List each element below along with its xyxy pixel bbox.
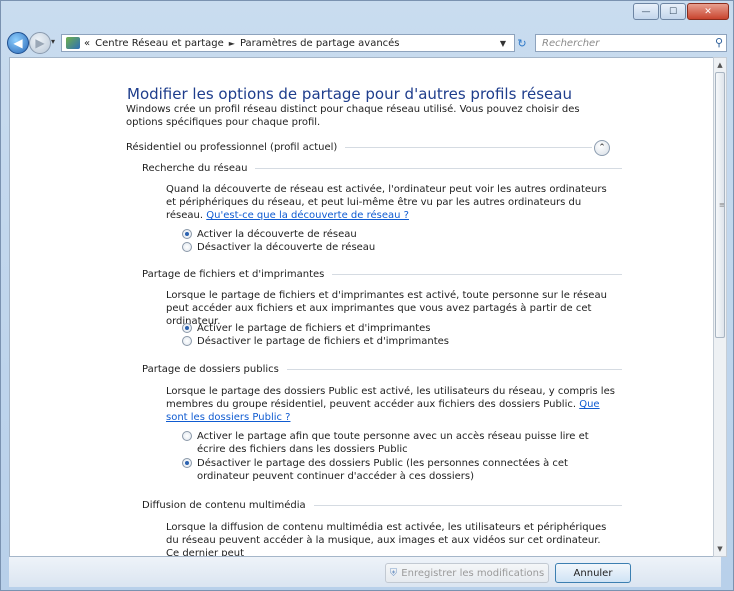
breadcrumb-item[interactable]: Centre Réseau et partage	[95, 38, 224, 49]
section-title: Recherche du réseau	[142, 163, 248, 174]
section-title: Partage de fichiers et d'imprimantes	[142, 269, 325, 280]
search-icon[interactable]: ⚲	[715, 36, 723, 49]
section-title: Diffusion de contenu multimédia	[142, 500, 306, 511]
minimize-button[interactable]: —	[633, 3, 659, 20]
section-title: Partage de dossiers publics	[142, 364, 279, 375]
radio-label[interactable]: Désactiver le partage de fichiers et d'i…	[197, 335, 449, 348]
save-changes-label: Enregistrer les modifications	[401, 567, 545, 579]
recent-pages-button[interactable]: ▾	[51, 37, 55, 46]
divider	[255, 168, 622, 169]
footer-bar: ⛨ Enregistrer les modifications Annuler	[9, 557, 721, 587]
radio-option[interactable]: Désactiver le partage des dossiers Publi…	[182, 457, 602, 483]
section-header: Partage de dossiers publics	[142, 363, 622, 376]
radio-button[interactable]	[182, 242, 192, 252]
profile-header[interactable]: Résidentiel ou professionnel (profil act…	[126, 141, 592, 154]
radio-label[interactable]: Activer le partage afin que toute person…	[197, 430, 602, 456]
section-header: Diffusion de contenu multimédia	[142, 499, 622, 512]
radio-option[interactable]: Activer le partage afin que toute person…	[182, 430, 602, 456]
vertical-scrollbar[interactable]: ▲ ≡ ▼	[713, 57, 727, 557]
scroll-up-icon[interactable]: ▲	[714, 58, 726, 72]
divider	[345, 147, 592, 148]
section-header: Partage de fichiers et d'imprimantes	[142, 268, 622, 281]
radio-button[interactable]	[182, 458, 192, 468]
grip-icon: ≡	[719, 201, 725, 209]
shield-icon: ⛨	[389, 567, 398, 579]
refresh-icon[interactable]: ↻	[513, 34, 531, 52]
search-input[interactable]: Rechercher ⚲	[535, 34, 727, 52]
collapse-icon[interactable]: ⌃	[594, 140, 610, 156]
radio-option[interactable]: Activer le partage de fichiers et d'impr…	[182, 322, 431, 335]
radio-option[interactable]: Désactiver le partage de fichiers et d'i…	[182, 335, 449, 348]
back-button[interactable]: ◀	[7, 32, 29, 54]
divider	[313, 505, 622, 506]
section-description: Quand la découverte de réseau est activé…	[166, 183, 616, 222]
description-text: Lorsque le partage des dossiers Public e…	[166, 386, 615, 410]
divider	[286, 369, 622, 370]
help-link[interactable]: Qu'est-ce que la découverte de réseau ?	[206, 210, 409, 221]
window: — ☐ ✕ ◀ ▶ ▾ « Centre Réseau et partage ►…	[0, 0, 734, 591]
radio-button[interactable]	[182, 336, 192, 346]
intro-text: Windows crée un profil réseau distinct p…	[126, 104, 580, 128]
navigation-bar: ◀ ▶ ▾ « Centre Réseau et partage ► Param…	[1, 27, 733, 57]
scroll-down-icon[interactable]: ▼	[714, 542, 726, 556]
breadcrumb-prefix[interactable]: «	[84, 38, 90, 49]
section-header: Recherche du réseau	[142, 162, 622, 175]
search-placeholder: Rechercher	[542, 37, 600, 49]
radio-button[interactable]	[182, 229, 192, 239]
radio-label[interactable]: Désactiver le partage des dossiers Publi…	[197, 457, 602, 483]
forward-button[interactable]: ▶	[29, 32, 51, 54]
address-bar[interactable]: « Centre Réseau et partage ► Paramètres …	[61, 34, 515, 52]
breadcrumb-separator-icon[interactable]: ►	[229, 39, 235, 48]
section-description: Lorsque la diffusion de contenu multiméd…	[166, 522, 607, 557]
breadcrumb-item[interactable]: Paramètres de partage avancés	[240, 38, 400, 49]
scroll-thumb[interactable]: ≡	[715, 72, 725, 338]
close-button[interactable]: ✕	[687, 3, 729, 20]
radio-button[interactable]	[182, 323, 192, 333]
radio-label[interactable]: Activer le partage de fichiers et d'impr…	[197, 322, 431, 335]
profile-header-label: Résidentiel ou professionnel (profil act…	[126, 142, 338, 153]
maximize-button[interactable]: ☐	[660, 3, 686, 20]
radio-option[interactable]: Désactiver la découverte de réseau	[182, 241, 375, 254]
divider	[332, 274, 622, 275]
section-description: Lorsque le partage des dossiers Public e…	[166, 385, 616, 424]
settings-content: Modifier les options de partage pour d'a…	[9, 57, 717, 557]
radio-option[interactable]: Activer la découverte de réseau	[182, 228, 357, 241]
save-changes-button[interactable]: ⛨ Enregistrer les modifications	[385, 563, 549, 583]
radio-label[interactable]: Activer la découverte de réseau	[197, 228, 357, 241]
address-dropdown-icon[interactable]: ▼	[495, 34, 511, 52]
network-icon	[66, 37, 80, 49]
radio-button[interactable]	[182, 431, 192, 441]
page-title: Modifier les options de partage pour d'a…	[127, 85, 572, 103]
window-caption-buttons: — ☐ ✕	[632, 3, 729, 20]
radio-label[interactable]: Désactiver la découverte de réseau	[197, 241, 375, 254]
cancel-button[interactable]: Annuler	[555, 563, 631, 583]
